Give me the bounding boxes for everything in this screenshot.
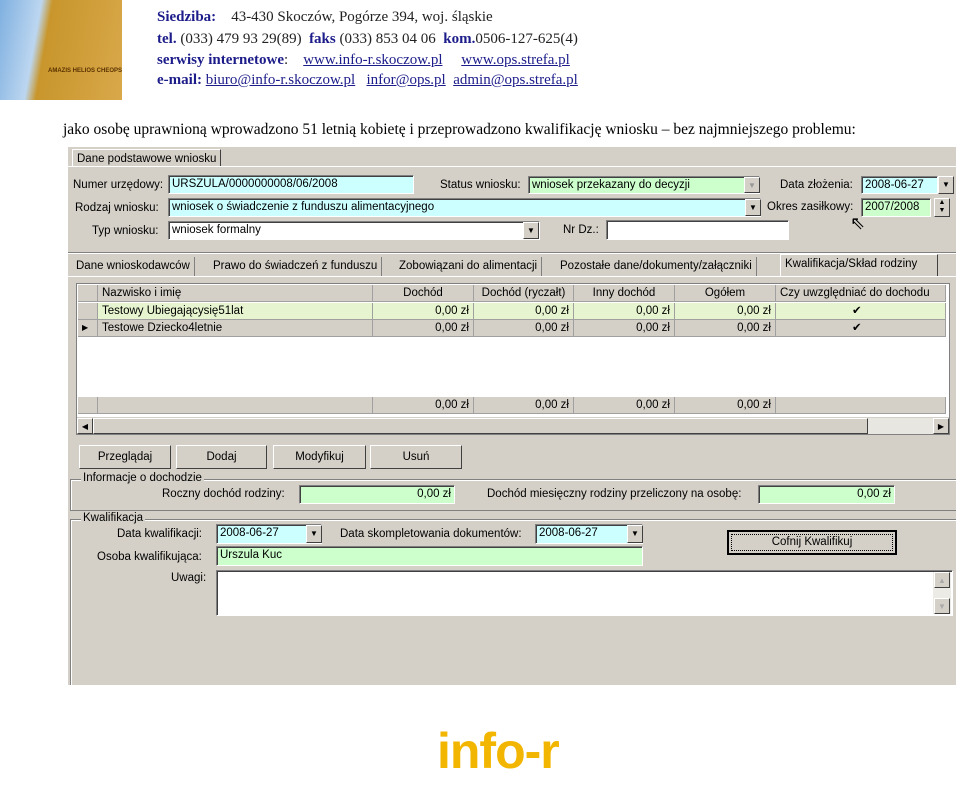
chevron-down-icon[interactable]: ▼ <box>744 177 760 193</box>
tab-pozostale-dane[interactable]: Pozostałe dane/dokumenty/załączniki <box>556 257 757 276</box>
numer-input[interactable]: URSZULA/0000000008/06/2008 <box>168 175 414 194</box>
header-websites: serwisy internetowe: www.info-r.skoczow.… <box>157 52 570 68</box>
grid-cell-value[interactable]: 0,00 zł <box>574 320 675 337</box>
grid-header-indicator <box>78 285 98 302</box>
miesieczny-label: Dochód miesięczny rodziny przeliczony na… <box>487 488 742 500</box>
dodaj-button[interactable]: Dodaj <box>176 445 267 469</box>
data-kwalifikacji-label: Data kwalifikacji: <box>117 528 202 540</box>
row-indicator: ▶ <box>78 320 98 337</box>
checkbox-checked-icon[interactable]: ✔ <box>776 320 946 337</box>
chevron-down-icon[interactable]: ▼ <box>523 222 539 239</box>
mouse-cursor-icon: ⇖ <box>850 213 866 233</box>
grid-cell-value[interactable]: 0,00 zł <box>675 320 776 337</box>
grid-total: 0,00 zł <box>373 397 474 414</box>
data-kompletowania-label: Data skompletowania dokumentów: <box>340 528 522 540</box>
grid-total: 0,00 zł <box>675 397 776 414</box>
chevron-down-icon[interactable]: ▼ <box>627 525 643 543</box>
grid-total: 0,00 zł <box>574 397 675 414</box>
status-label: Status wniosku: <box>440 179 521 191</box>
link-email[interactable]: infor@ops.pl <box>366 72 445 88</box>
tab-dane-podstawowe[interactable]: Dane podstawowe wniosku <box>72 149 222 167</box>
link-email[interactable]: biuro@info-r.skoczow.pl <box>206 72 355 88</box>
footer-cell <box>776 397 946 414</box>
header-siedziba: Siedziba: 43-430 Skoczów, Pogórze 394, w… <box>157 9 493 25</box>
uwagi-textarea[interactable] <box>216 570 953 616</box>
grid-column-header[interactable]: Ogółem <box>675 285 776 302</box>
grid-cell-value[interactable]: 0,00 zł <box>373 303 474 320</box>
rodzaj-select[interactable]: wniosek o świadczenie z funduszu aliment… <box>168 198 761 217</box>
osoba-label: Osoba kwalifikująca: <box>97 551 202 563</box>
footer-indicator <box>78 397 98 414</box>
footer-cell <box>98 397 373 414</box>
roczny-field: 0,00 zł <box>299 485 455 504</box>
okres-input[interactable]: 2007/2008 <box>861 198 931 217</box>
nrdz-label: Nr Dz.: <box>563 224 599 236</box>
rodzaj-label: Rodzaj wniosku: <box>75 202 159 214</box>
usun-button[interactable]: Usuń <box>370 445 462 469</box>
tab-kwalifikacja[interactable]: Kwalifikacja/Skład rodziny <box>780 254 938 276</box>
grid-total: 0,00 zł <box>474 397 574 414</box>
typ-label: Typ wniosku: <box>92 225 159 237</box>
chevron-down-icon[interactable]: ▼ <box>745 199 761 216</box>
link-email[interactable]: admin@ops.strefa.pl <box>453 72 578 88</box>
typ-select[interactable]: wniosek formalny <box>168 221 540 240</box>
tab-zobowiazani[interactable]: Zobowiązani do alimentacji <box>395 257 543 276</box>
grid-column-header[interactable]: Dochód <box>373 285 474 302</box>
grid-cell-value[interactable]: 0,00 zł <box>675 303 776 320</box>
info-r-logo: info-r <box>437 723 560 779</box>
scroll-down-icon[interactable]: ▼ <box>934 598 950 614</box>
grid-column-header[interactable]: Dochód (ryczałt) <box>474 285 574 302</box>
horizontal-scrollbar[interactable]: ◀ ▶ <box>77 417 949 434</box>
miesieczny-field: 0,00 zł <box>758 485 895 504</box>
grid-cell-value[interactable]: 0,00 zł <box>373 320 474 337</box>
row-indicator <box>78 303 98 320</box>
data-zlozenia-label: Data złożenia: <box>780 179 853 191</box>
uwagi-label: Uwagi: <box>171 572 207 584</box>
przegladaj-button[interactable]: Przeglądaj <box>79 445 171 469</box>
grid-column-header[interactable]: Inny dochód <box>574 285 675 302</box>
status-select[interactable]: wniosek przekazany do decyzji <box>528 176 760 194</box>
checkbox-checked-icon[interactable]: ✔ <box>776 303 946 320</box>
numer-label: Numer urzędowy: <box>73 179 164 191</box>
grid-cell-value[interactable]: 0,00 zł <box>474 303 574 320</box>
chevron-down-icon[interactable]: ▼ <box>938 176 954 194</box>
grid-cell-name[interactable]: Testowy Ubiegającysię51lat <box>98 303 373 320</box>
grid-cell-value[interactable]: 0,00 zł <box>574 303 675 320</box>
grid-column-header[interactable]: Czy uwzględniać do dochodu <box>776 285 946 302</box>
logo-text: AMAZIS HELIOS CHEOPS <box>48 68 123 74</box>
grid-cell-value[interactable]: 0,00 zł <box>474 320 574 337</box>
header-emails: e-mail: biuro@info-r.skoczow.pl infor@op… <box>157 72 578 88</box>
okres-label: Okres zasiłkowy: <box>767 201 854 213</box>
data-zlozenia-input[interactable]: 2008-06-27 <box>861 176 938 194</box>
chevron-down-icon[interactable]: ▼ <box>306 525 322 543</box>
roczny-label: Roczny dochód rodziny: <box>162 488 285 500</box>
grid-cell-name[interactable]: Testowe Dziecko4letnie <box>98 320 373 337</box>
tab-prawo-do-swiadczen[interactable]: Prawo do świadczeń z funduszu <box>209 257 383 276</box>
osoba-field[interactable]: Urszula Kuc <box>216 546 643 566</box>
scroll-right-icon[interactable]: ▶ <box>933 418 949 434</box>
tab-dane-wnioskodawcow[interactable]: Dane wnioskodawców <box>72 257 195 276</box>
spinner-icon[interactable]: ▲ ▼ <box>934 198 950 217</box>
logo-image: AMAZIS HELIOS CHEOPS <box>0 0 122 100</box>
vertical-scrollbar[interactable]: ▲ ▼ <box>933 572 951 614</box>
intro-text: jako osobę uprawnioną wprowadzono 51 let… <box>63 121 856 138</box>
header-contact: tel. (033) 479 93 29(89) faks (033) 853 … <box>157 31 578 47</box>
nrdz-input[interactable] <box>606 220 789 240</box>
grid-column-header[interactable]: Nazwisko i imię <box>98 285 373 302</box>
link-website[interactable]: www.ops.strefa.pl <box>461 52 570 68</box>
scrollbar-thumb[interactable] <box>93 418 868 434</box>
cofnij-kwalifikuj-button[interactable]: Cofnij Kwalifikuj <box>727 530 897 555</box>
modyfikuj-button[interactable]: Modyfikuj <box>273 445 366 469</box>
scroll-left-icon[interactable]: ◀ <box>77 418 93 434</box>
scroll-up-icon[interactable]: ▲ <box>934 572 950 588</box>
link-website[interactable]: www.info-r.skoczow.pl <box>303 52 442 68</box>
